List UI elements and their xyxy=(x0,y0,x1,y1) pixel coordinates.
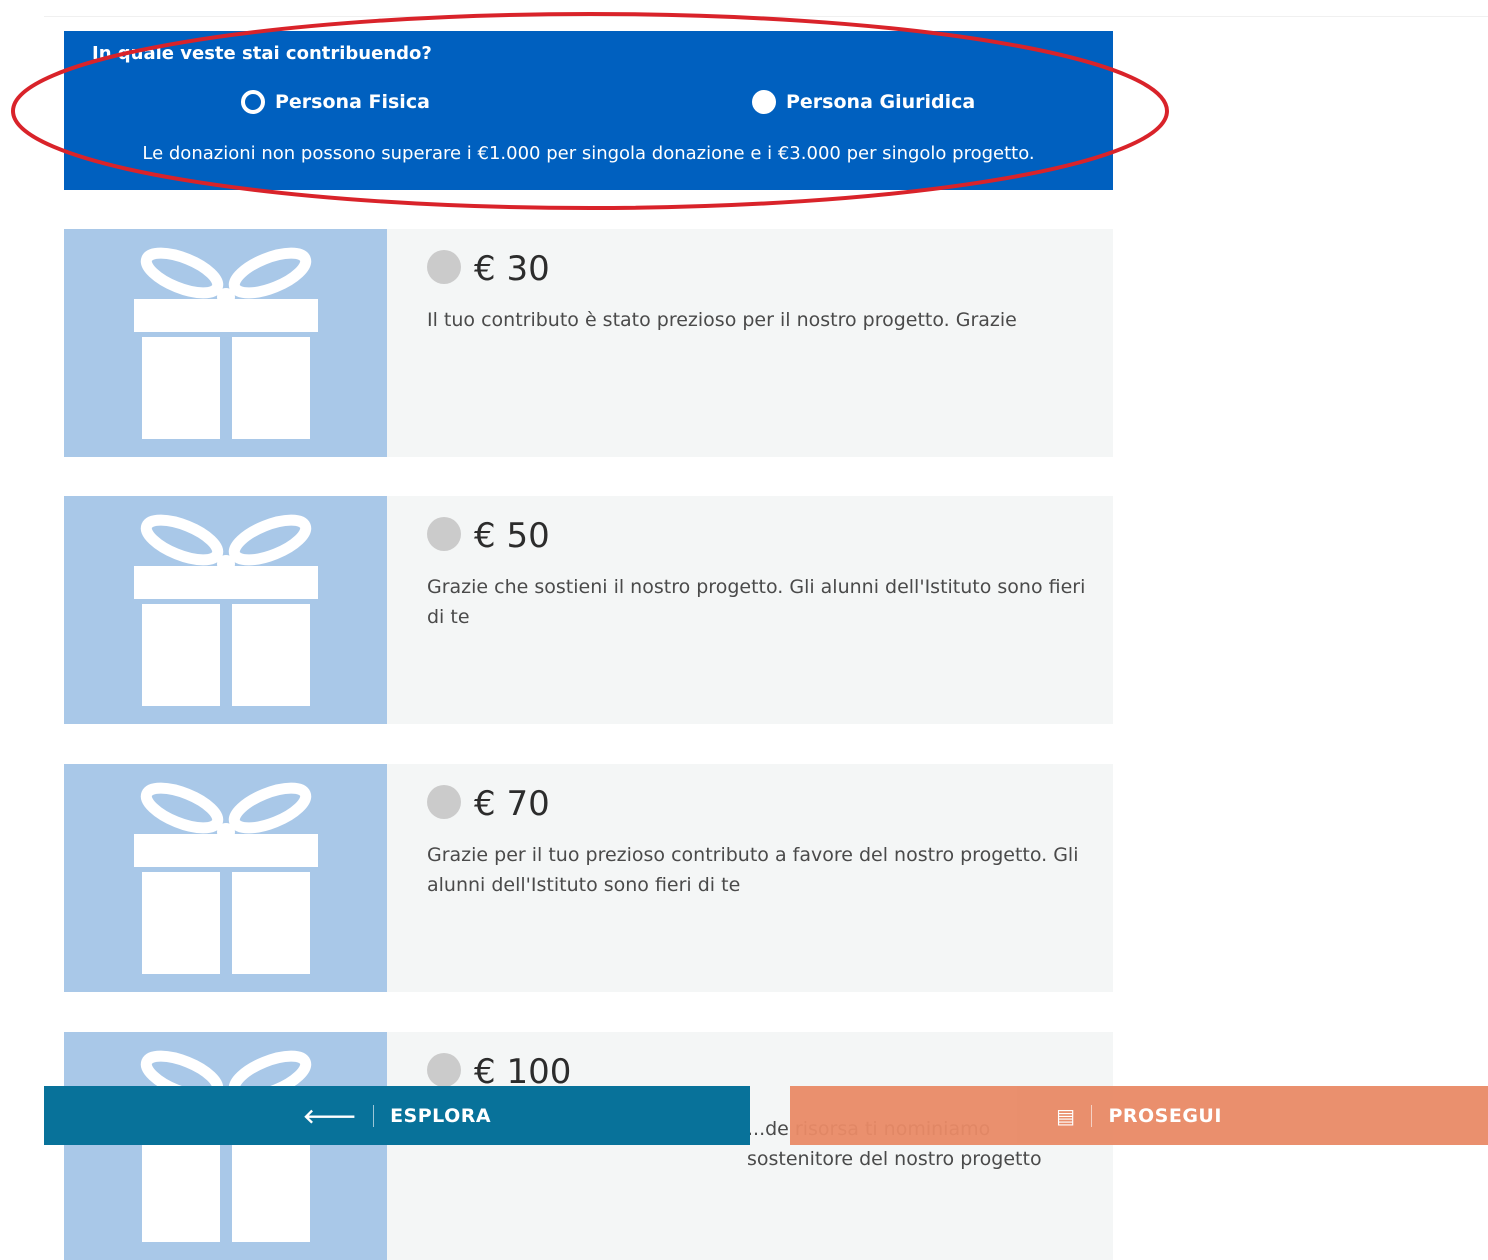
prosegui-label: PROSEGUI xyxy=(1108,1104,1222,1127)
radio-persona-giuridica[interactable]: Persona Giuridica xyxy=(752,90,975,114)
reward-image xyxy=(64,1032,387,1260)
reward-amount: € 50 xyxy=(474,516,550,556)
top-divider xyxy=(44,16,1488,17)
radio-persona-fisica[interactable]: Persona Fisica xyxy=(241,90,430,114)
reward-radio[interactable] xyxy=(427,785,461,819)
reward-description: Grazie per il tuo prezioso contributo a … xyxy=(427,844,1079,896)
radio-unselected-icon[interactable] xyxy=(752,90,776,114)
gift-icon xyxy=(134,1050,318,1242)
button-separator xyxy=(373,1104,375,1127)
radio-label-persona-giuridica: Persona Giuridica xyxy=(786,91,976,113)
reward-card[interactable]: € 100 ...de risorsa ti nominiamo sosteni… xyxy=(64,1032,1113,1260)
reward-radio[interactable] xyxy=(427,517,461,551)
reward-radio[interactable] xyxy=(427,1053,461,1087)
gift-icon xyxy=(134,782,318,974)
reward-radio[interactable] xyxy=(427,250,461,284)
reward-amount: € 30 xyxy=(474,249,550,289)
gift-icon xyxy=(134,514,318,706)
reward-card[interactable]: € 30 Il tuo contributo è stato prezioso … xyxy=(64,229,1113,457)
radio-label-persona-fisica: Persona Fisica xyxy=(275,91,430,113)
prosegui-button[interactable]: ▤ PROSEGUI xyxy=(790,1086,1488,1145)
reward-image xyxy=(64,764,387,992)
esplora-label: ESPLORA xyxy=(390,1104,492,1127)
button-separator xyxy=(1091,1104,1093,1127)
donation-limit-note: Le donazioni non possono superare i €1.0… xyxy=(142,143,1035,164)
id-card-icon: ▤ xyxy=(1056,1103,1076,1128)
reward-card[interactable]: € 50 Grazie che sostieni il nostro proge… xyxy=(64,496,1113,724)
reward-description: Grazie che sostieni il nostro progetto. … xyxy=(427,576,1086,628)
radio-selected-icon[interactable] xyxy=(241,90,265,114)
gift-icon xyxy=(134,247,318,439)
contribution-question: In quale veste stai contribuendo? xyxy=(92,43,432,64)
reward-amount: € 70 xyxy=(474,784,550,824)
reward-image xyxy=(64,229,387,457)
contribution-type-panel: In quale veste stai contribuendo? Person… xyxy=(64,31,1113,190)
reward-card[interactable]: € 70 Grazie per il tuo prezioso contribu… xyxy=(64,764,1113,992)
reward-image xyxy=(64,496,387,724)
esplora-button[interactable]: 🡐 ESPLORA xyxy=(44,1086,750,1145)
reward-description: Il tuo contributo è stato prezioso per i… xyxy=(427,309,1017,331)
arrow-left-icon: 🡐 xyxy=(302,1103,358,1128)
